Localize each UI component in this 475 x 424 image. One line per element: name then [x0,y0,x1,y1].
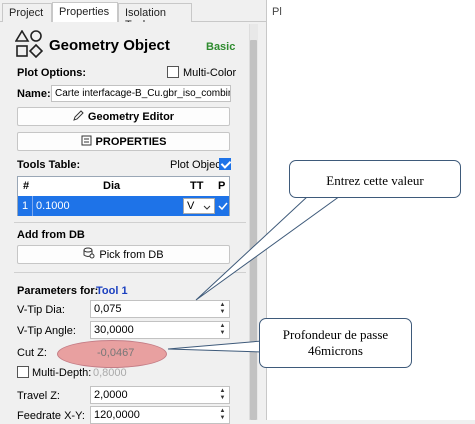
callout-enter-value-text: Entrez cette valeur [326,173,424,188]
callout-enter-value: Entrez cette valeur [289,160,461,198]
callout-depth-line1: Profondeur de passe [282,327,389,342]
callout-depth: Profondeur de passe 46microns [259,318,412,368]
callout-depth-line2: 46microns [308,343,363,358]
